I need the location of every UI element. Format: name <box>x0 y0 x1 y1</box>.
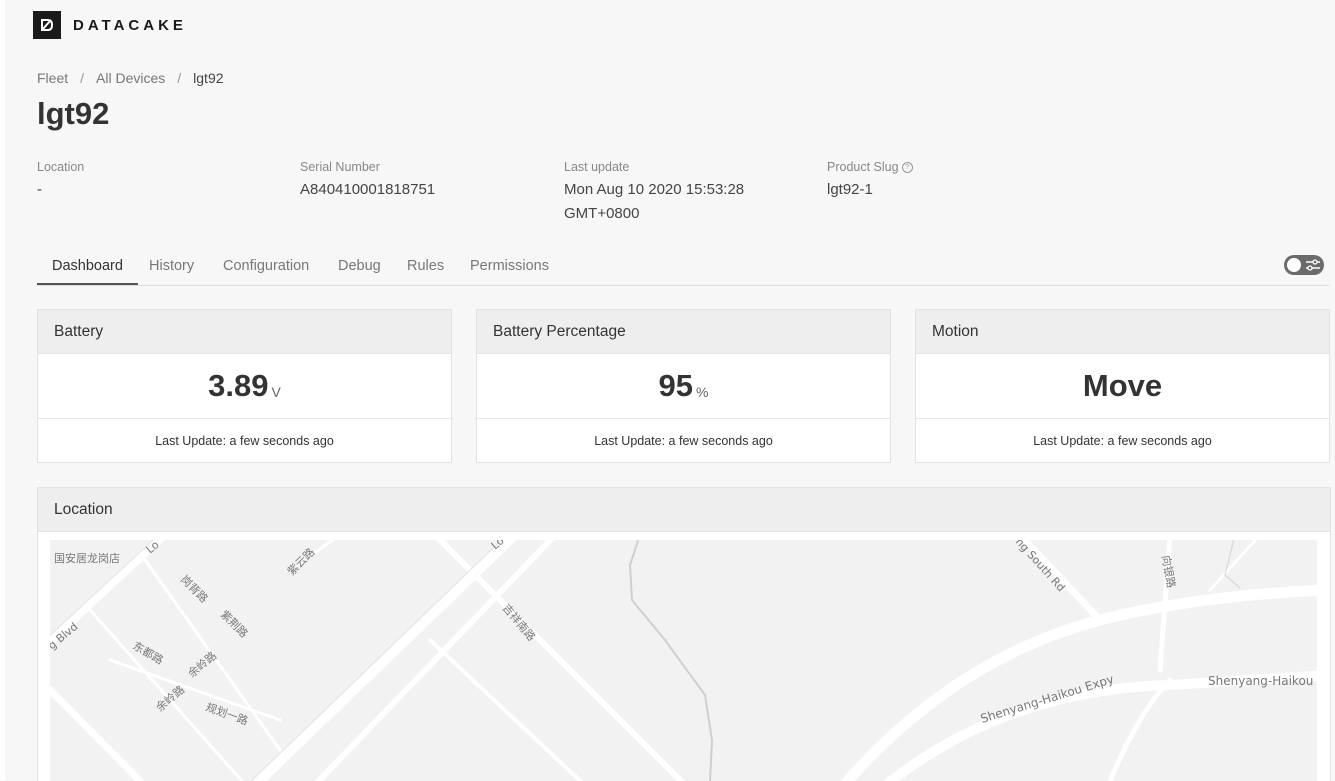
map-label: 国安居龙岗店 <box>54 551 120 565</box>
widget-title: Motion <box>916 310 1329 354</box>
meta-serial-value: A840410001818751 <box>300 181 436 198</box>
tab-history[interactable]: History <box>149 248 194 284</box>
help-icon[interactable]: ? <box>901 161 913 173</box>
widget-value: 95 <box>658 368 694 403</box>
widget-unit: % <box>696 384 709 400</box>
meta-product-slug: Product Slug ? lgt92-1 <box>827 160 1067 202</box>
widget-title: Battery <box>38 310 451 354</box>
location-widget: Location 国安居龙岗店 g Blvd Lo Lo 岗背路 紫云路 紫荆路… <box>37 487 1331 781</box>
sliders-icon <box>1306 259 1320 271</box>
battery-percentage-widget[interactable]: Battery Percentage 95 % Last Update: a f… <box>476 309 891 463</box>
widget-body: 95 % <box>477 354 890 419</box>
widget-value: 3.89 <box>208 368 269 403</box>
widget-last-update: Last Update: a few seconds ago <box>155 433 334 448</box>
tab-rules[interactable]: Rules <box>407 248 444 284</box>
tab-configuration[interactable]: Configuration <box>223 248 309 284</box>
brand-logo[interactable]: DATACAKE <box>33 11 187 39</box>
widget-last-update: Last Update: a few seconds ago <box>594 433 773 448</box>
datacake-logo-icon <box>33 11 61 39</box>
breadcrumb-fleet[interactable]: Fleet <box>37 70 68 86</box>
meta-product-slug-value: lgt92-1 <box>827 181 873 198</box>
battery-widget[interactable]: Battery 3.89 V Last Update: a few second… <box>37 309 452 463</box>
left-edge <box>0 0 5 780</box>
motion-widget[interactable]: Motion Move Last Update: a few seconds a… <box>915 309 1330 463</box>
edit-mode-toggle[interactable] <box>1284 255 1324 275</box>
toggle-knob <box>1287 258 1301 272</box>
breadcrumb-all-devices[interactable]: All Devices <box>96 70 165 86</box>
tab-permissions[interactable]: Permissions <box>470 248 549 284</box>
breadcrumb: Fleet / All Devices / lgt92 <box>37 70 224 86</box>
meta-product-slug-label-row: Product Slug ? <box>827 160 1067 174</box>
device-tabs: Dashboard History Configuration Debug Ru… <box>37 248 1329 286</box>
meta-serial-number: Serial Number A840410001818751 <box>300 160 540 202</box>
breadcrumb-separator: / <box>177 70 182 86</box>
breadcrumb-separator: / <box>80 70 85 86</box>
widget-body: Move <box>916 354 1329 419</box>
map-label: Shenyang-Haikou E <box>1208 674 1317 688</box>
map-canvas: 国安居龙岗店 g Blvd Lo Lo 岗背路 紫云路 紫荆路 东都路 余岭路 … <box>50 540 1317 781</box>
tab-debug[interactable]: Debug <box>338 248 381 284</box>
widget-title: Location <box>38 488 1330 532</box>
meta-location: Location - <box>37 160 277 202</box>
meta-last-update-value: Mon Aug 10 2020 15:53:28 GMT+0800 <box>564 181 745 222</box>
location-map[interactable]: 国安居龙岗店 g Blvd Lo Lo 岗背路 紫云路 紫荆路 东都路 余岭路 … <box>50 540 1317 781</box>
widget-value: Move <box>1082 368 1163 403</box>
widget-last-update: Last Update: a few seconds ago <box>1033 433 1212 448</box>
brand-name: DATACAKE <box>73 16 187 34</box>
tab-dashboard[interactable]: Dashboard <box>37 248 138 285</box>
meta-last-update-label: Last update <box>564 160 630 174</box>
page-title: lgt92 <box>37 96 110 131</box>
meta-serial-label: Serial Number <box>300 160 380 174</box>
breadcrumb-current: lgt92 <box>193 70 224 86</box>
widget-unit: V <box>271 384 281 400</box>
meta-last-update: Last update Mon Aug 10 2020 15:53:28 GMT… <box>564 160 779 226</box>
meta-location-label: Location <box>37 160 85 174</box>
widget-title: Battery Percentage <box>477 310 890 354</box>
widget-body: 3.89 V <box>38 354 451 419</box>
meta-product-slug-label: Product Slug <box>827 160 899 174</box>
meta-location-value: - <box>37 181 42 198</box>
